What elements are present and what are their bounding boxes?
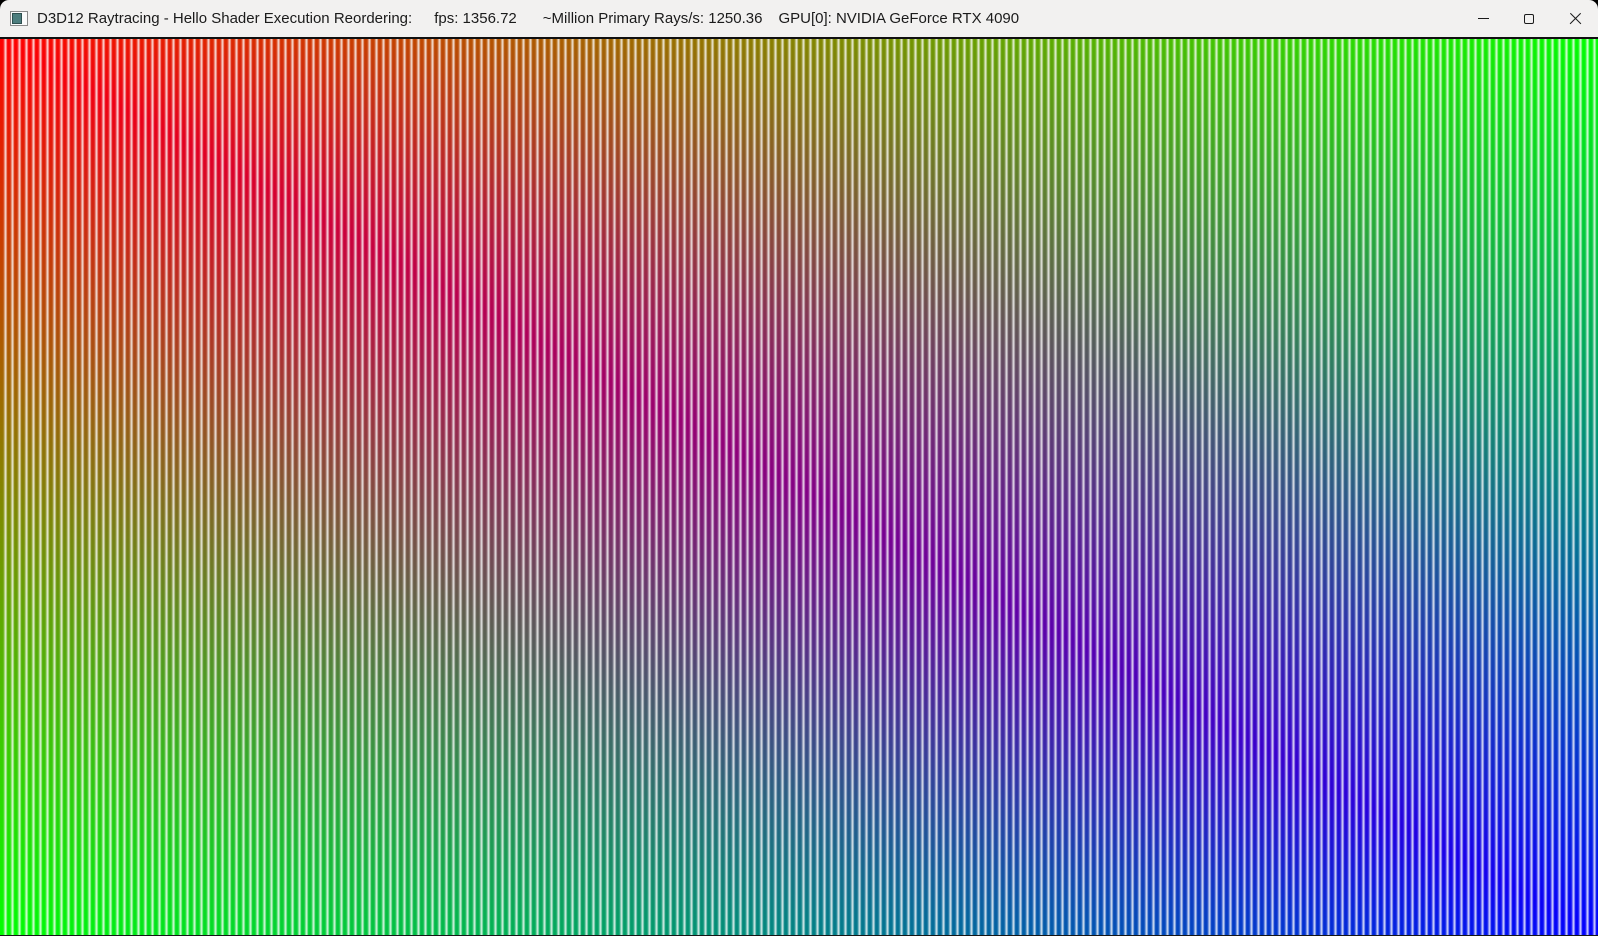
app-window: D3D12 Raytracing - Hello Shader Executio… (0, 0, 1598, 936)
fps-counter: fps: 1356.72 (434, 10, 517, 27)
window-controls (1460, 0, 1598, 37)
app-icon (10, 11, 28, 26)
titlebar[interactable]: D3D12 Raytracing - Hello Shader Executio… (0, 0, 1598, 37)
window-title: D3D12 Raytracing - Hello Shader Executio… (37, 10, 412, 27)
rays-counter: ~Million Primary Rays/s: 1250.36 (543, 10, 763, 27)
minimize-icon (1478, 18, 1489, 19)
maximize-icon (1524, 14, 1534, 24)
minimize-button[interactable] (1460, 0, 1506, 37)
raytraced-viewport (0, 39, 1598, 935)
app-icon-glyph (12, 13, 22, 24)
close-button[interactable] (1552, 0, 1598, 37)
maximize-button[interactable] (1506, 0, 1552, 37)
gpu-label: GPU[0]: NVIDIA GeForce RTX 4090 (778, 10, 1019, 27)
close-icon (1568, 12, 1582, 26)
